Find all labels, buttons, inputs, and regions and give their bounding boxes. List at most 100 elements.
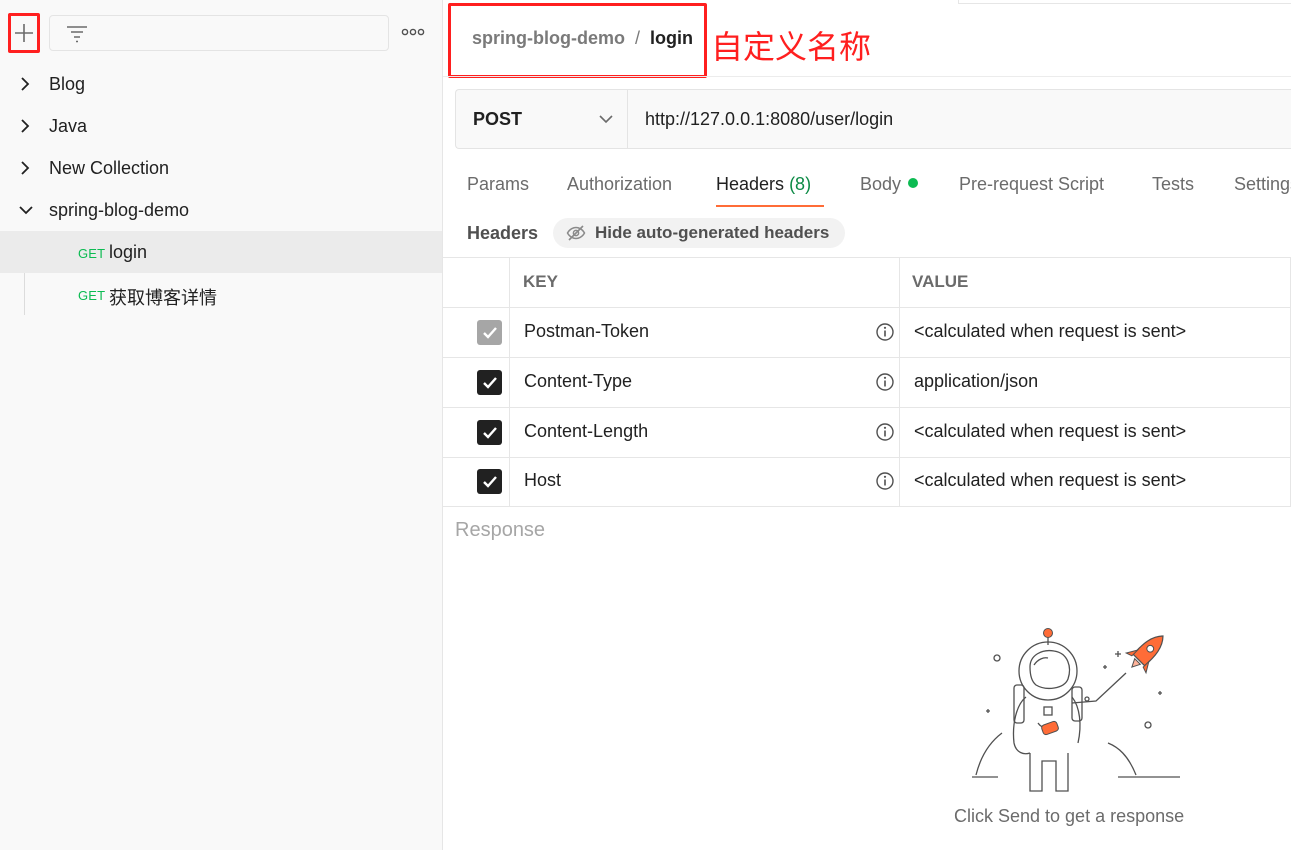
sidebar: Blog Java New Collection spring-blog-dem… [0,0,443,850]
body-indicator-dot [908,178,919,188]
url-input[interactable]: http://127.0.0.1:8080/user/login [645,109,893,130]
table-row: Host <calculated when request is sent> [443,457,1291,507]
request-item-login[interactable]: GET login [0,231,442,273]
row-value-cell: <calculated when request is sent> [900,457,1291,507]
new-button[interactable] [8,13,40,53]
collection-blog[interactable]: Blog [0,63,442,105]
filter-icon [67,26,87,43]
tab-body-label: Body [860,174,902,194]
tab-strip-edge [958,0,1291,4]
header-key[interactable]: Host [524,470,561,491]
method-label: POST [473,109,523,129]
filter-input[interactable] [49,15,389,51]
sidebar-toolbar [0,0,443,64]
breadcrumb-request-name[interactable]: login [650,28,693,48]
table-header-row: KEY VALUE [443,258,1291,308]
empty-response-message: Click Send to get a response [954,806,1185,826]
row-check-cell [443,358,510,407]
headers-table: KEY VALUE Postman-Token <calculated when… [443,257,1291,507]
info-icon[interactable] [875,372,895,392]
collection-new-collection[interactable]: New Collection [0,147,442,189]
tab-headers-count: (8) [789,174,812,194]
method-badge: GET [78,288,106,303]
header-key[interactable]: Content-Type [524,371,632,392]
header-value[interactable]: <calculated when request is sent> [914,321,1186,342]
checkmark-icon [482,475,497,488]
collection-spring-blog-demo[interactable]: spring-blog-demo [0,189,442,231]
main-panel: spring-blog-demo / login 自定义名称 POST http:/… [443,0,1291,850]
collection-label: New Collection [49,158,170,178]
breadcrumb-separator: / [634,28,640,48]
value-column-label: VALUE [912,272,969,291]
request-label: 获取博客详情 [109,288,217,308]
header-value[interactable]: <calculated when request is sent> [914,470,1186,491]
tab-settings[interactable]: Settings [1234,174,1291,195]
tab-headers[interactable]: Headers (8) [716,174,811,195]
collection-label: Java [49,116,88,136]
checkmark-icon [482,426,497,439]
row-key-cell: Host [510,457,900,507]
chevron-right-icon [21,77,30,91]
chevron-down-icon [599,115,613,124]
request-label: login [109,242,148,262]
collection-java[interactable]: Java [0,105,442,147]
row-value-cell: <calculated when request is sent> [900,308,1291,357]
tab-tests[interactable]: Tests [1152,174,1194,195]
table-row: Postman-Token <calculated when request i… [443,308,1291,358]
info-icon[interactable] [875,322,895,342]
request-item-blog-detail[interactable]: GET 获取博客详情 [0,273,442,315]
hide-auto-headers-button[interactable]: Hide auto-generated headers [553,218,845,248]
header-divider [443,76,1291,77]
header-checkbox[interactable] [477,320,502,345]
request-tabs: Params Authorization Headers (8) Body Pr… [443,160,1291,210]
tab-params[interactable]: Params [467,174,529,195]
collection-label: Blog [49,74,86,94]
header-check-column [443,258,510,307]
value-column-header: VALUE [900,258,1291,307]
header-value[interactable]: application/json [914,371,1038,392]
info-icon[interactable] [875,471,895,491]
header-key[interactable]: Postman-Token [524,321,649,342]
table-row: Content-Length <calculated when request … [443,408,1291,458]
method-badge: GET [78,246,106,261]
key-column-label: KEY [523,272,558,291]
headers-title: Headers [467,223,539,243]
method-select[interactable]: POST [456,90,628,148]
active-tab-indicator [716,205,824,207]
tab-authorization[interactable]: Authorization [567,174,672,195]
row-check-cell [443,457,510,507]
tab-body[interactable]: Body [860,174,919,195]
annotation-text: 自定义名称 [711,28,872,66]
plus-icon [15,24,33,42]
header-key[interactable]: Content-Length [524,421,648,442]
checkmark-icon [482,326,497,339]
headers-toolbar: Headers Hide auto-generated headers [443,215,1291,255]
row-key-cell: Postman-Token [510,308,900,357]
breadcrumb-collection[interactable]: spring-blog-demo [472,28,625,48]
row-key-cell: Content-Length [510,408,900,457]
info-icon[interactable] [875,422,895,442]
breadcrumb: spring-blog-demo / login [472,28,693,49]
chevron-right-icon [21,119,30,133]
response-label: Response [455,519,546,541]
row-value-cell: application/json [900,358,1291,407]
chevron-right-icon [21,161,30,175]
row-check-cell [443,408,510,457]
header-checkbox[interactable] [477,469,502,494]
hide-auto-headers-label: Hide auto-generated headers [595,223,830,242]
tab-pre-request-script[interactable]: Pre-request Script [959,174,1104,195]
header-checkbox[interactable] [477,420,502,445]
chevron-down-icon [19,206,33,215]
eye-off-icon [566,225,586,241]
collection-label: spring-blog-demo [49,200,190,220]
astronaut-rocket-illustration [972,628,1180,792]
header-checkbox[interactable] [477,370,502,395]
header-value[interactable]: <calculated when request is sent> [914,421,1186,442]
checkmark-icon [482,376,497,389]
key-column-header: KEY [510,258,900,307]
request-url-bar: POST http://127.0.0.1:8080/user/login [455,89,1291,149]
tab-headers-label: Headers [716,174,785,194]
row-value-cell: <calculated when request is sent> [900,408,1291,457]
more-horizontal-icon[interactable] [401,26,425,38]
row-check-cell [443,308,510,357]
